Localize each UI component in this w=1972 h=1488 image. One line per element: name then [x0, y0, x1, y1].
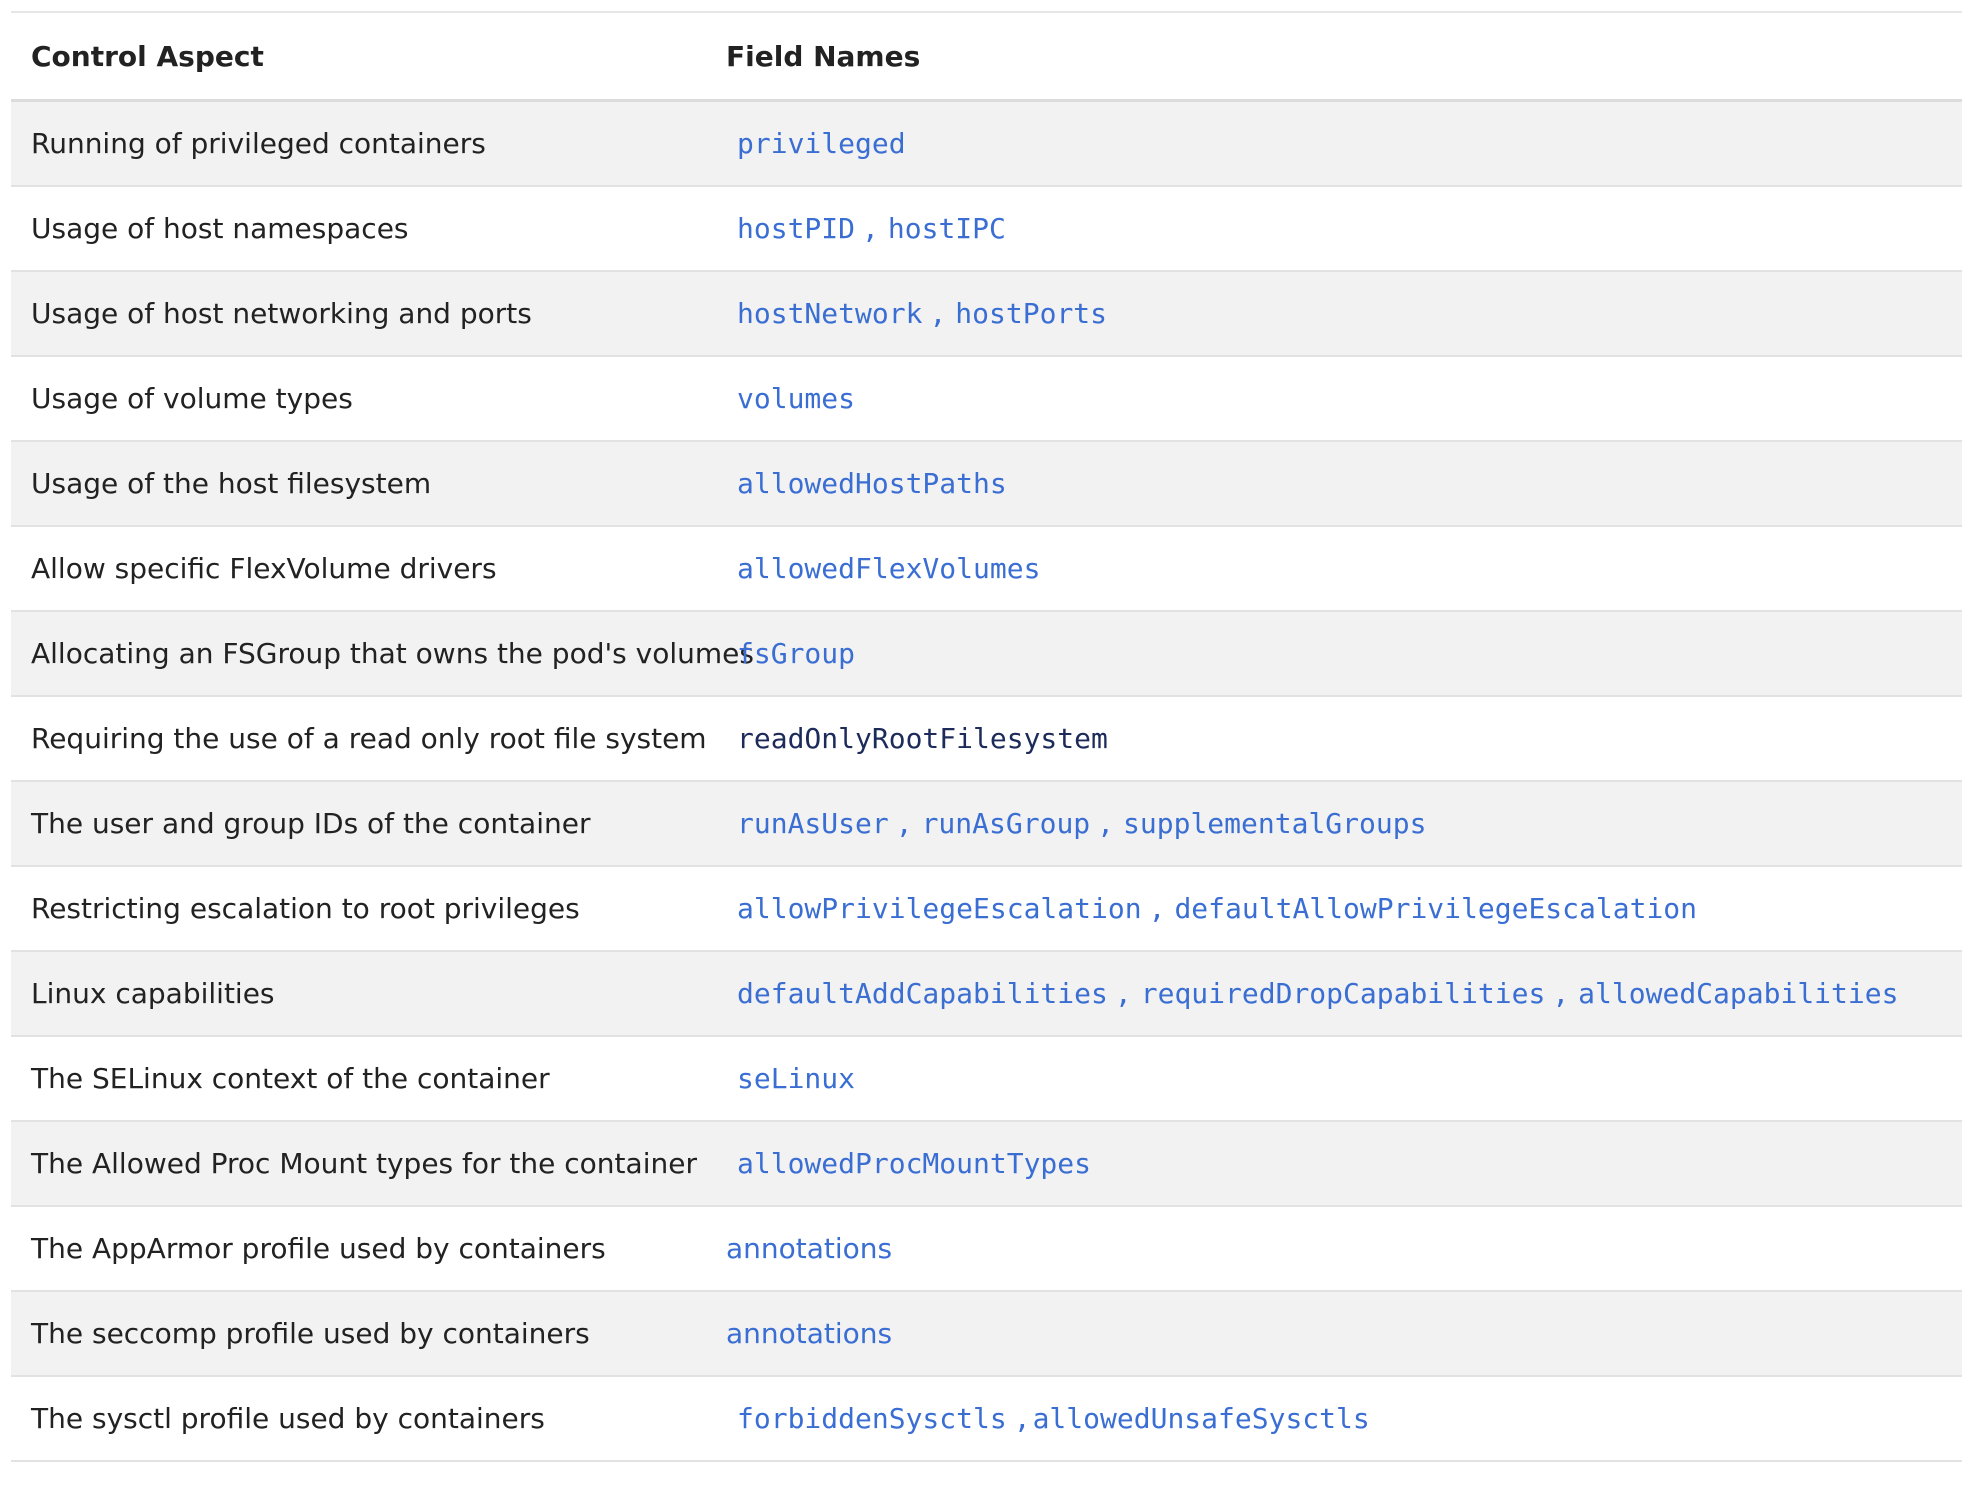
control-aspect-cell: The sysctl profile used by containers	[31, 1402, 545, 1435]
field-name-link[interactable]: hostIPC	[877, 212, 1017, 245]
field-name-code: readOnlyRootFilesystem	[737, 722, 1108, 755]
control-aspect-cell: Linux capabilities	[31, 977, 275, 1010]
control-aspect-cell: Usage of host networking and ports	[31, 297, 532, 330]
field-names-cell: volumes	[726, 382, 866, 415]
control-aspect-cell: The AppArmor profile used by containers	[31, 1232, 606, 1265]
field-names-cell: privileged	[726, 127, 917, 160]
field-name-link[interactable]: requiredDropCapabilities	[1130, 977, 1557, 1010]
field-names-cell: allowedProcMountTypes	[726, 1147, 1102, 1180]
field-name-link[interactable]: forbiddenSysctls	[726, 1402, 1018, 1435]
table-row: Restricting escalation to root privilege…	[11, 867, 1962, 952]
column-header-field-names: Field Names	[726, 39, 921, 73]
field-name-link[interactable]: allowedHostPaths	[726, 467, 1018, 500]
control-aspect-cell: The SELinux context of the container	[31, 1062, 550, 1095]
control-aspect-cell: Usage of host namespaces	[31, 212, 409, 245]
field-names-cell: defaultAddCapabilities , requiredDropCap…	[726, 977, 1909, 1010]
field-name-link[interactable]: volumes	[726, 382, 866, 415]
field-names-cell: hostPID , hostIPC	[726, 212, 1017, 245]
annotations-link[interactable]: annotations	[726, 1317, 892, 1350]
field-name-link[interactable]: hostNetwork	[726, 297, 933, 330]
control-aspects-table: Control Aspect Field Names Running of pr…	[11, 11, 1962, 1462]
field-names-cell: readOnlyRootFilesystem	[726, 722, 1119, 755]
field-name-link[interactable]: allowedProcMountTypes	[726, 1147, 1102, 1180]
control-aspect-cell: Requiring the use of a read only root fi…	[31, 722, 707, 755]
field-name-link[interactable]: allowPrivilegeEscalation	[726, 892, 1153, 925]
field-names-cell: seLinux	[726, 1062, 866, 1095]
table-row: Allow specific FlexVolume drivers allowe…	[11, 527, 1962, 612]
table-row: The Allowed Proc Mount types for the con…	[11, 1122, 1962, 1207]
control-aspect-cell: Restricting escalation to root privilege…	[31, 892, 580, 925]
field-name-link[interactable]: hostPID	[726, 212, 866, 245]
field-name-link[interactable]: hostPorts	[944, 297, 1118, 330]
field-name-link[interactable]: allowedCapabilities	[1567, 977, 1909, 1010]
field-name-link[interactable]: defaultAddCapabilities	[726, 977, 1119, 1010]
table-row: Requiring the use of a read only root fi…	[11, 697, 1962, 782]
field-names-cell: allowedFlexVolumes	[726, 552, 1051, 585]
table-row: The AppArmor profile used by containers …	[11, 1207, 1962, 1292]
annotations-link[interactable]: annotations	[726, 1232, 892, 1265]
field-name-link[interactable]: runAsGroup	[911, 807, 1102, 840]
field-names-cell: allowedHostPaths	[726, 467, 1018, 500]
field-names-cell: hostNetwork , hostPorts	[726, 297, 1118, 330]
table-row: Usage of host networking and ports hostN…	[11, 272, 1962, 357]
table-header-row: Control Aspect Field Names	[11, 13, 1962, 102]
control-aspect-cell: Usage of the host filesystem	[31, 467, 432, 500]
field-name-link[interactable]: runAsUser	[726, 807, 900, 840]
table-row: Usage of host namespaces hostPID , hostI…	[11, 187, 1962, 272]
control-aspect-cell: Allocating an FSGroup that owns the pod'…	[31, 637, 754, 670]
field-name-link[interactable]: fsGroup	[726, 637, 866, 670]
field-names-cell: allowPrivilegeEscalation , defaultAllowP…	[726, 892, 1708, 925]
table-row: Running of privileged containers privile…	[11, 102, 1962, 187]
control-aspect-cell: The seccomp profile used by containers	[31, 1317, 590, 1350]
field-names-cell: annotations	[726, 1317, 892, 1350]
field-name-link[interactable]: allowedFlexVolumes	[726, 552, 1051, 585]
field-name-link[interactable]: defaultAllowPrivilegeEscalation	[1163, 892, 1708, 925]
field-names-cell: forbiddenSysctls , allowedUnsafeSysctls	[726, 1402, 1381, 1435]
table-row: The seccomp profile used by containers a…	[11, 1292, 1962, 1377]
table-row: The SELinux context of the container seL…	[11, 1037, 1962, 1122]
field-names-cell: runAsUser , runAsGroup , supplementalGro…	[726, 807, 1437, 840]
field-name-link[interactable]: allowedUnsafeSysctls	[1029, 1402, 1381, 1435]
table-row: Usage of the host filesystem allowedHost…	[11, 442, 1962, 527]
control-aspect-cell: Running of privileged containers	[31, 127, 486, 160]
table-row: Linux capabilities defaultAddCapabilitie…	[11, 952, 1962, 1037]
column-header-control-aspect: Control Aspect	[31, 39, 264, 73]
control-aspect-cell: Allow specific FlexVolume drivers	[31, 552, 497, 585]
control-aspect-cell: The user and group IDs of the container	[31, 807, 591, 840]
control-aspect-cell: Usage of volume types	[31, 382, 353, 415]
field-names-cell: annotations	[726, 1232, 892, 1265]
field-name-link[interactable]: privileged	[726, 127, 917, 160]
field-names-cell: fsGroup	[726, 637, 866, 670]
control-aspect-cell: The Allowed Proc Mount types for the con…	[31, 1147, 697, 1180]
table-row: The user and group IDs of the container …	[11, 782, 1962, 867]
field-name-link[interactable]: supplementalGroups	[1112, 807, 1437, 840]
table-row: The sysctl profile used by containers fo…	[11, 1377, 1962, 1462]
table-row: Allocating an FSGroup that owns the pod'…	[11, 612, 1962, 697]
table-row: Usage of volume types volumes	[11, 357, 1962, 442]
field-name-link[interactable]: seLinux	[726, 1062, 866, 1095]
